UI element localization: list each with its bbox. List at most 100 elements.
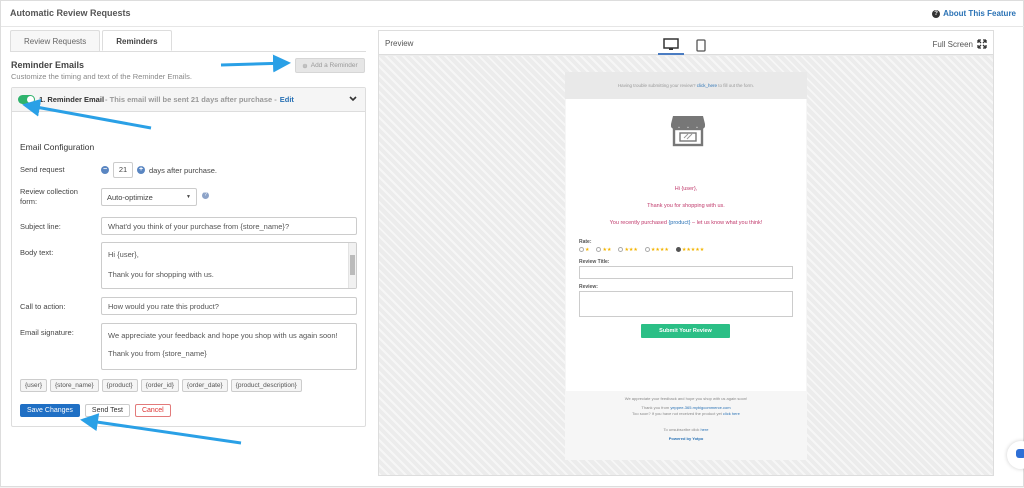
store-link[interactable]: yeppee-365.mybigcommerce.com <box>670 405 730 410</box>
variable-tag[interactable]: {order_date} <box>181 379 228 392</box>
preview-canvas: Having trouble submitting your review? c… <box>379 56 993 475</box>
rate-label: Rate: <box>579 239 592 245</box>
submit-review-button[interactable]: Submit Your Review <box>641 324 730 338</box>
preview-label: Preview <box>385 39 414 48</box>
rating-option-1[interactable]: ★ <box>579 247 589 253</box>
variable-tags: {user} {store_name} {product} {order_id}… <box>20 379 302 392</box>
review-label: Review: <box>579 284 598 290</box>
unsubscribe-line: To unsubscribe click here <box>663 427 709 432</box>
reminder-emails-subtitle: Customize the timing and text of the Rem… <box>11 72 192 81</box>
email-configuration-heading: Email Configuration <box>20 142 95 152</box>
rating-option-2[interactable]: ★★ <box>596 247 611 253</box>
days-suffix: days after purchase. <box>149 165 217 175</box>
signature-line-1: We appreciate your feedback and hope you… <box>108 331 338 340</box>
email-footer: We appreciate your feedback and hope you… <box>565 391 807 442</box>
body-text-textarea[interactable]: Hi {user}, Thank you for shopping with u… <box>101 242 357 289</box>
variable-tag[interactable]: {product} <box>101 379 138 392</box>
monitor-icon <box>663 37 679 50</box>
variable-tag[interactable]: {order_id} <box>140 379 179 392</box>
add-reminder-button[interactable]: ⊕ Add a Reminder <box>295 58 365 73</box>
edit-reminder-link[interactable]: Edit <box>280 95 294 104</box>
purchased-post: – let us know what you think! <box>692 220 763 226</box>
plus-icon[interactable]: + <box>137 166 145 174</box>
reminder-card-header[interactable]: 1. Reminder Email - This email will be s… <box>12 88 365 112</box>
email-purchased-line: You recently purchased {product} – let u… <box>566 220 806 226</box>
cancel-button[interactable]: Cancel <box>134 404 171 417</box>
footer-line-3: Too soon? If you have not received the p… <box>632 411 740 416</box>
review-form-select[interactable]: Auto-optimize ▼ <box>101 188 197 206</box>
body-text-label: Body text: <box>20 248 54 257</box>
email-body: Hi {user}, Thank you for shopping with u… <box>566 99 806 391</box>
variable-tag[interactable]: {product_description} <box>230 379 302 392</box>
call-to-action-input[interactable]: How would you rate this product? <box>101 297 357 315</box>
scrollbar-thumb[interactable] <box>350 255 355 275</box>
about-feature-link[interactable]: ? About This Feature <box>932 9 1016 18</box>
send-test-button[interactable]: Send Test <box>84 404 130 417</box>
star-rating-options: ★ ★★ ★★★ ★★★★ ★★★★★ <box>579 247 704 253</box>
body-line-2: Thank you for shopping with us. <box>108 269 214 279</box>
subject-line-input[interactable]: What'd you think of your purchase from {… <box>101 217 357 235</box>
review-title-label: Review Title: <box>579 259 610 265</box>
reminder-description: - This email will be sent 21 days after … <box>105 95 277 104</box>
app-frame: Automatic Review Requests ? About This F… <box>0 0 1024 487</box>
days-stepper: − 21 + days after purchase. <box>101 162 217 178</box>
signature-line-2: Thank you from {store_name} <box>108 348 207 358</box>
chat-widget-button[interactable] <box>1007 441 1024 469</box>
reminder-card: 1. Reminder Email - This email will be s… <box>11 87 366 427</box>
unsubscribe-link[interactable]: here <box>700 427 708 432</box>
reminder-title: 1. Reminder Email <box>39 95 105 104</box>
preview-header: Preview Full Screen <box>379 31 993 55</box>
help-icon[interactable]: ? <box>202 192 209 199</box>
caret-down-icon: ▼ <box>186 194 191 200</box>
tab-divider <box>10 51 366 52</box>
chat-bubble-icon <box>1016 449 1024 458</box>
top-bar: Automatic Review Requests ? About This F… <box>1 1 1024 27</box>
email-signature-textarea[interactable]: We appreciate your feedback and hope you… <box>101 323 357 370</box>
mobile-view-button[interactable] <box>688 35 714 55</box>
variable-tag[interactable]: {user} <box>20 379 47 392</box>
email-greeting: Hi {user}, <box>674 186 698 192</box>
page-title: Automatic Review Requests <box>10 8 131 18</box>
review-textarea[interactable] <box>579 291 793 317</box>
minus-icon[interactable]: − <box>101 166 109 174</box>
purchased-product: {product} <box>668 220 691 226</box>
body-scrollbar[interactable] <box>348 243 356 288</box>
review-title-input[interactable] <box>579 266 793 279</box>
rating-option-3[interactable]: ★★★ <box>618 247 638 253</box>
plus-icon: ⊕ <box>302 62 308 70</box>
full-screen-label: Full Screen <box>932 39 973 49</box>
action-buttons: Save Changes Send Test Cancel <box>20 404 171 417</box>
subject-line-label: Subject line: <box>20 222 61 231</box>
email-preview: Having trouble submitting your review? c… <box>565 72 807 460</box>
save-changes-button[interactable]: Save Changes <box>20 404 80 417</box>
rating-option-4[interactable]: ★★★★ <box>644 247 669 253</box>
variable-tag[interactable]: {store_name} <box>50 379 99 392</box>
footer-line-1: We appreciate your feedback and hope you… <box>624 396 748 401</box>
email-top-banner: Having trouble submitting your review? c… <box>565 72 807 99</box>
powered-by: Powered by Yotpo <box>668 436 704 441</box>
rating-option-5[interactable]: ★★★★★ <box>675 247 704 253</box>
full-screen-button[interactable]: Full Screen <box>933 39 987 49</box>
chevron-down-icon[interactable] <box>349 96 357 104</box>
question-circle-icon: ? <box>932 9 941 18</box>
tablet-icon <box>696 38 706 52</box>
tab-reminders[interactable]: Reminders <box>102 30 172 51</box>
arrow-to-add-reminder <box>220 54 291 73</box>
body-line-1: Hi {user}, <box>108 250 139 259</box>
send-request-label: Send request <box>20 165 65 174</box>
click-here-link[interactable]: click here <box>723 411 740 416</box>
reminder-enable-toggle[interactable] <box>18 95 35 104</box>
review-form-label: Review collection form: <box>20 187 78 206</box>
tab-review-requests[interactable]: Review Requests <box>10 30 101 51</box>
desktop-view-button[interactable] <box>658 35 684 55</box>
preview-panel: Preview Full Screen Having trouble submi… <box>378 30 994 476</box>
expand-icon <box>977 39 987 49</box>
days-input[interactable]: 21 <box>113 162 133 178</box>
email-thanks: Thank you for shopping with us. <box>647 203 725 209</box>
about-feature-label: About This Feature <box>943 9 1016 18</box>
add-reminder-label: Add a Reminder <box>310 62 358 69</box>
tab-bar: Review Requests Reminders <box>10 30 174 51</box>
purchased-pre: You recently purchased <box>609 220 667 226</box>
email-top-text-post: to fill out the form. <box>718 83 755 88</box>
email-top-link[interactable]: click_here <box>697 83 717 88</box>
